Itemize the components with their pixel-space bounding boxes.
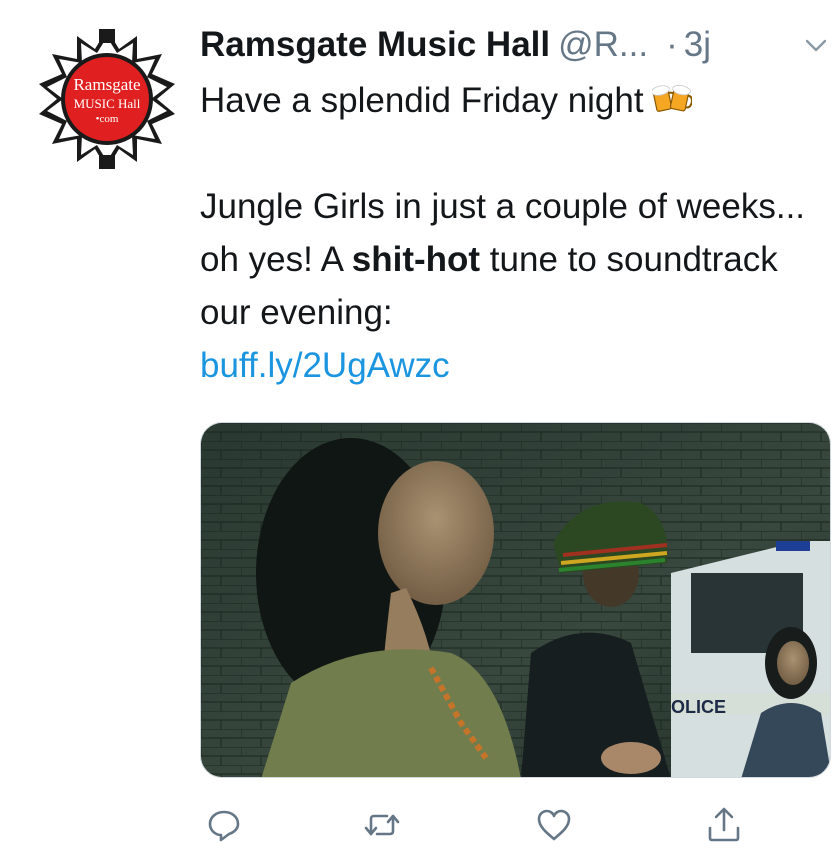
tweet-line-1: Have a splendid Friday night <box>200 74 830 127</box>
tweet-media-video[interactable]: OLICE <box>200 422 831 778</box>
separator-dot: · <box>666 25 678 64</box>
beer-mugs-emoji-icon <box>651 84 692 112</box>
share-icon <box>708 807 740 842</box>
tweet-text-bold: shit-hot <box>351 240 481 279</box>
tweet-action-bar <box>200 800 800 850</box>
tweet-header: Ramsgate Music Hall @R... · 3j <box>200 22 830 68</box>
tweet-link-line: buff.ly/2UgAwzc <box>200 339 830 392</box>
chevron-down-icon[interactable] <box>804 36 828 56</box>
retweet-button[interactable] <box>358 800 406 850</box>
tweet-text: Have a splendid Friday night Jungle Girl… <box>200 74 830 392</box>
tweet-line-1-text: Have a splendid Friday night <box>200 81 644 120</box>
tweet-timestamp[interactable]: 3j <box>684 22 711 68</box>
ramsgate-music-hall-logo-icon: Ramsgate MUSIC Hall •com <box>39 29 175 169</box>
heart-icon <box>537 809 571 841</box>
reply-button[interactable] <box>200 800 248 850</box>
retweet-icon <box>364 814 400 836</box>
avatar[interactable]: Ramsgate MUSIC Hall •com <box>36 28 178 170</box>
share-button[interactable] <box>700 800 748 850</box>
svg-text:•com: •com <box>96 113 119 125</box>
video-still-image: OLICE <box>201 423 830 777</box>
tweet-paragraph-2: Jungle Girls in just a couple of weeks..… <box>200 180 830 339</box>
tweet-content[interactable]: Ramsgate Music Hall @R... · 3j Have a sp… <box>200 22 830 392</box>
svg-text:MUSIC Hall: MUSIC Hall <box>74 96 141 111</box>
like-button[interactable] <box>530 800 578 850</box>
tweet-link[interactable]: buff.ly/2UgAwzc <box>200 346 450 385</box>
author-display-name[interactable]: Ramsgate Music Hall <box>200 22 550 68</box>
author-handle[interactable]: @R... <box>558 22 648 68</box>
svg-text:Ramsgate: Ramsgate <box>73 75 140 94</box>
reply-icon <box>208 810 240 842</box>
